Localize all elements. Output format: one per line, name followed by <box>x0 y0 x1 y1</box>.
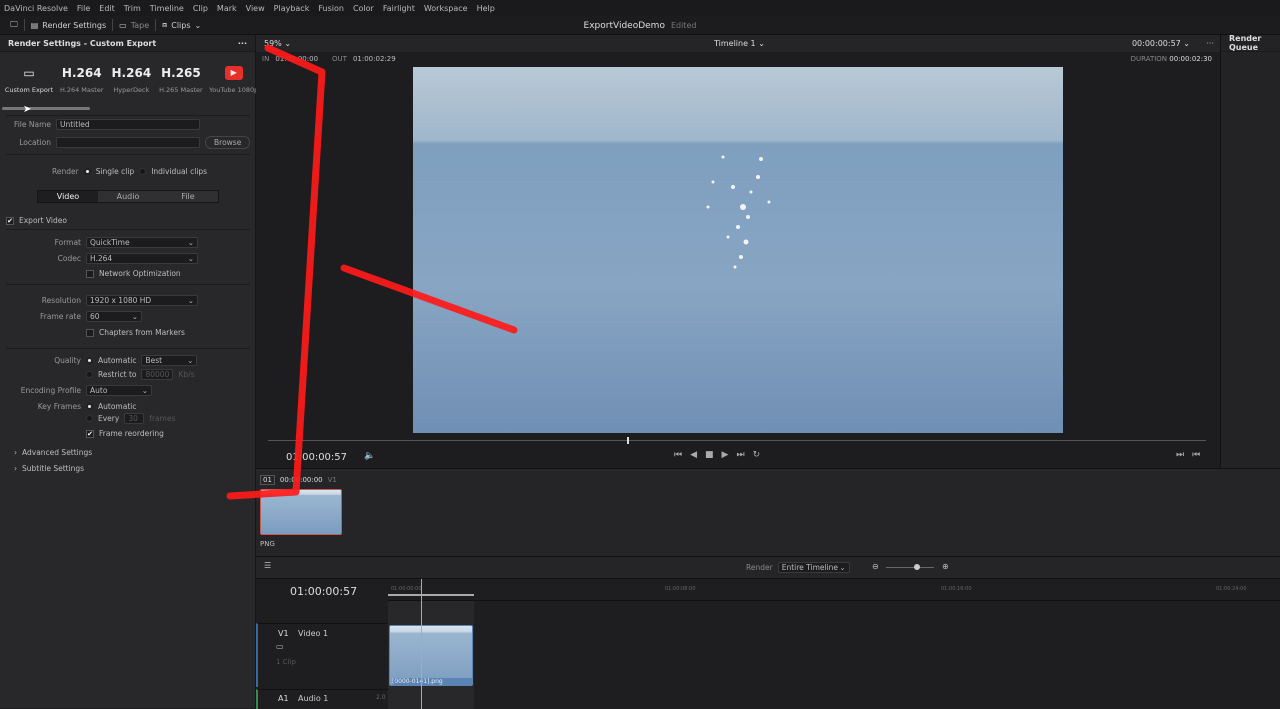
mouse-cursor-icon: ➤ <box>23 104 32 115</box>
red-annotation-strokes <box>226 44 518 500</box>
